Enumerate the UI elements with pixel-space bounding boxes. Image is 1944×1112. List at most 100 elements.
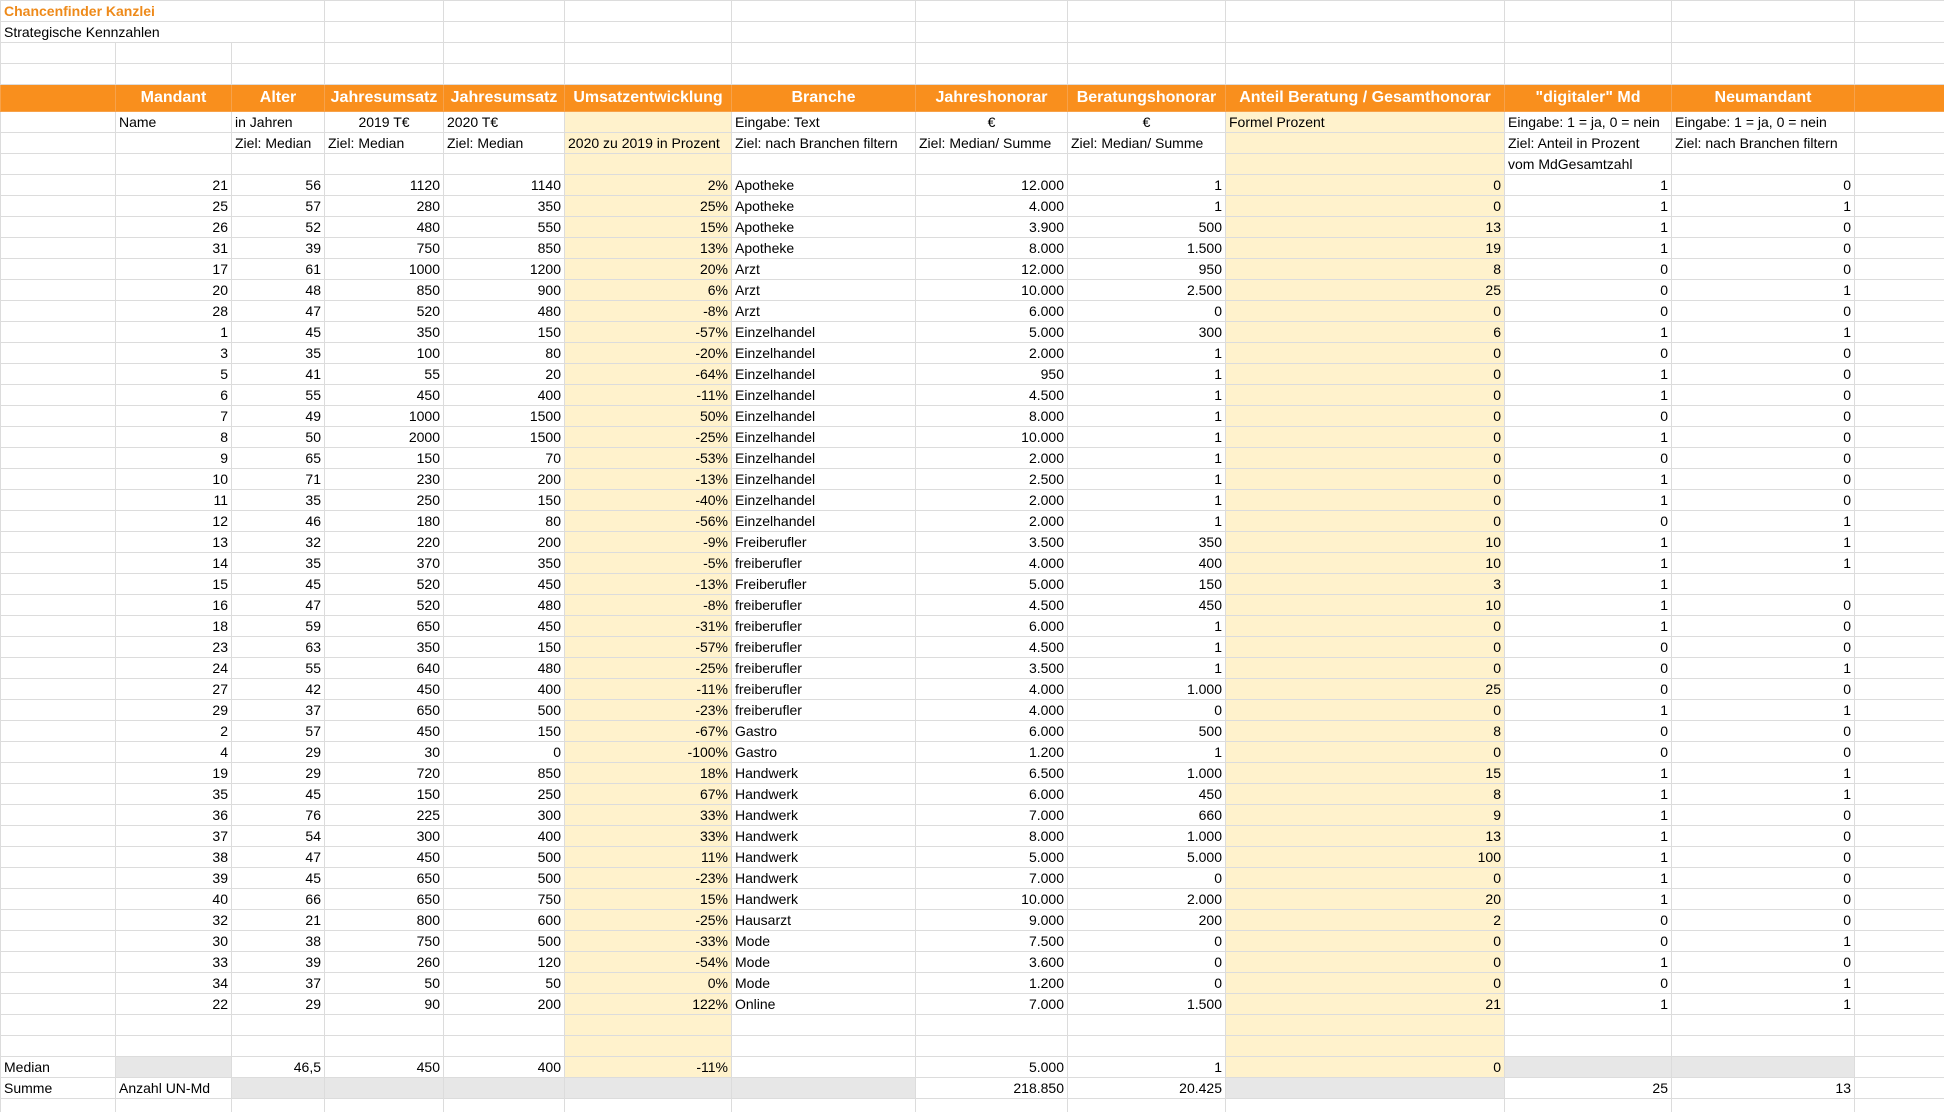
empty-cell[interactable] <box>1854 132 1944 154</box>
header-cell[interactable]: Branche <box>731 84 916 112</box>
target-cell[interactable] <box>231 153 325 175</box>
header-cell-blank[interactable] <box>0 84 116 112</box>
data-cell[interactable]: 0 <box>1225 426 1505 448</box>
data-cell[interactable]: 1 <box>1504 888 1672 910</box>
data-cell[interactable]: Einzelhandel <box>731 363 916 385</box>
data-cell[interactable]: Mode <box>731 972 916 994</box>
data-cell[interactable]: 900 <box>443 279 565 301</box>
data-cell[interactable]: -54% <box>564 951 732 973</box>
data-cell[interactable]: 300 <box>1067 321 1226 343</box>
data-cell[interactable]: 55 <box>231 384 325 406</box>
data-cell[interactable]: 450 <box>324 384 444 406</box>
data-cell[interactable]: 520 <box>324 573 444 595</box>
data-cell[interactable]: 1 <box>1504 363 1672 385</box>
empty-cell[interactable] <box>731 1035 916 1057</box>
data-cell[interactable]: 2.500 <box>1067 279 1226 301</box>
data-cell[interactable]: 6.000 <box>915 300 1068 322</box>
empty-cell[interactable] <box>115 42 232 64</box>
data-cell[interactable]: 4.500 <box>915 636 1068 658</box>
data-cell[interactable]: 12.000 <box>915 258 1068 280</box>
data-cell[interactable]: 49 <box>231 405 325 427</box>
data-cell[interactable]: 850 <box>324 279 444 301</box>
data-cell[interactable]: 1 <box>1671 510 1855 532</box>
data-cell[interactable]: 13 <box>1225 825 1505 847</box>
empty-cell[interactable] <box>0 1035 116 1057</box>
empty-cell[interactable] <box>1854 888 1944 910</box>
empty-cell[interactable] <box>1854 531 1944 553</box>
data-cell[interactable]: 0 <box>1671 615 1855 637</box>
data-cell[interactable]: 0 <box>1504 678 1672 700</box>
data-cell[interactable]: 16 <box>115 594 232 616</box>
data-cell[interactable]: 200 <box>443 993 565 1015</box>
empty-cell[interactable] <box>1854 174 1944 196</box>
data-cell[interactable]: 37 <box>115 825 232 847</box>
data-cell[interactable]: 150 <box>324 783 444 805</box>
data-cell[interactable]: 0 <box>1504 510 1672 532</box>
data-cell[interactable]: 27 <box>115 678 232 700</box>
data-cell[interactable]: 0 <box>1671 363 1855 385</box>
data-cell[interactable]: Apotheke <box>731 174 916 196</box>
data-cell[interactable]: 37 <box>231 972 325 994</box>
data-cell[interactable]: 24 <box>115 657 232 679</box>
data-cell[interactable]: 0 <box>1671 258 1855 280</box>
data-cell[interactable]: 8 <box>115 426 232 448</box>
data-cell[interactable]: 450 <box>443 615 565 637</box>
data-cell[interactable]: 21 <box>1225 993 1505 1015</box>
data-cell[interactable]: 550 <box>443 216 565 238</box>
empty-cell[interactable] <box>115 1035 232 1057</box>
data-cell[interactable]: 4.000 <box>915 678 1068 700</box>
data-cell[interactable]: 30 <box>324 741 444 763</box>
empty-cell[interactable] <box>1225 42 1505 64</box>
data-cell[interactable]: 0 <box>1504 720 1672 742</box>
data-cell[interactable]: -67% <box>564 720 732 742</box>
data-cell[interactable]: 20 <box>443 363 565 385</box>
data-cell[interactable]: 400 <box>1067 552 1226 574</box>
data-cell[interactable]: 480 <box>443 657 565 679</box>
data-cell[interactable]: 23 <box>115 636 232 658</box>
data-cell[interactable]: 76 <box>231 804 325 826</box>
median-beratungshonorar[interactable]: 1 <box>1067 1056 1226 1078</box>
data-cell[interactable]: 5.000 <box>915 573 1068 595</box>
unit-cell[interactable]: 2019 T€ <box>324 111 444 133</box>
data-cell[interactable]: 1 <box>1504 321 1672 343</box>
data-cell[interactable]: 150 <box>443 489 565 511</box>
data-cell[interactable]: 250 <box>324 489 444 511</box>
data-cell[interactable]: 20 <box>115 279 232 301</box>
empty-cell[interactable] <box>1854 678 1944 700</box>
data-cell[interactable]: 2.000 <box>915 342 1068 364</box>
empty-cell[interactable] <box>564 63 732 85</box>
data-cell[interactable]: 0 <box>1671 909 1855 931</box>
empty-cell[interactable] <box>1854 321 1944 343</box>
data-cell[interactable]: 8 <box>1225 783 1505 805</box>
data-cell[interactable]: 150 <box>1067 573 1226 595</box>
data-cell[interactable]: 34 <box>115 972 232 994</box>
target-cell[interactable] <box>115 132 232 154</box>
empty-cell[interactable] <box>915 1098 1068 1112</box>
data-cell[interactable]: 350 <box>443 552 565 574</box>
data-cell[interactable]: -8% <box>564 300 732 322</box>
data-cell[interactable]: 41 <box>231 363 325 385</box>
data-cell[interactable]: 0 <box>1067 699 1226 721</box>
data-cell[interactable]: 0 <box>1671 846 1855 868</box>
data-cell[interactable]: 21 <box>115 174 232 196</box>
data-cell[interactable]: Online <box>731 993 916 1015</box>
data-cell[interactable]: 0 <box>1671 594 1855 616</box>
data-cell[interactable]: 0 <box>1504 300 1672 322</box>
data-cell[interactable]: -5% <box>564 552 732 574</box>
empty-cell[interactable] <box>1854 342 1944 364</box>
data-cell[interactable]: 4.000 <box>915 195 1068 217</box>
data-cell[interactable]: 0 <box>1067 300 1226 322</box>
data-cell[interactable]: Arzt <box>731 258 916 280</box>
empty-cell[interactable] <box>1854 552 1944 574</box>
data-cell[interactable]: 2.000 <box>1067 888 1226 910</box>
data-cell[interactable]: Apotheke <box>731 237 916 259</box>
header-cell[interactable]: Umsatzentwicklung <box>564 84 732 112</box>
data-cell[interactable]: 4.500 <box>915 594 1068 616</box>
data-cell[interactable]: 4.000 <box>915 699 1068 721</box>
data-cell[interactable]: 1000 <box>324 405 444 427</box>
data-cell[interactable]: 0 <box>1067 867 1226 889</box>
empty-cell[interactable] <box>0 531 116 553</box>
data-cell[interactable]: -53% <box>564 447 732 469</box>
empty-cell[interactable] <box>731 1014 916 1036</box>
data-cell[interactable]: 400 <box>443 678 565 700</box>
